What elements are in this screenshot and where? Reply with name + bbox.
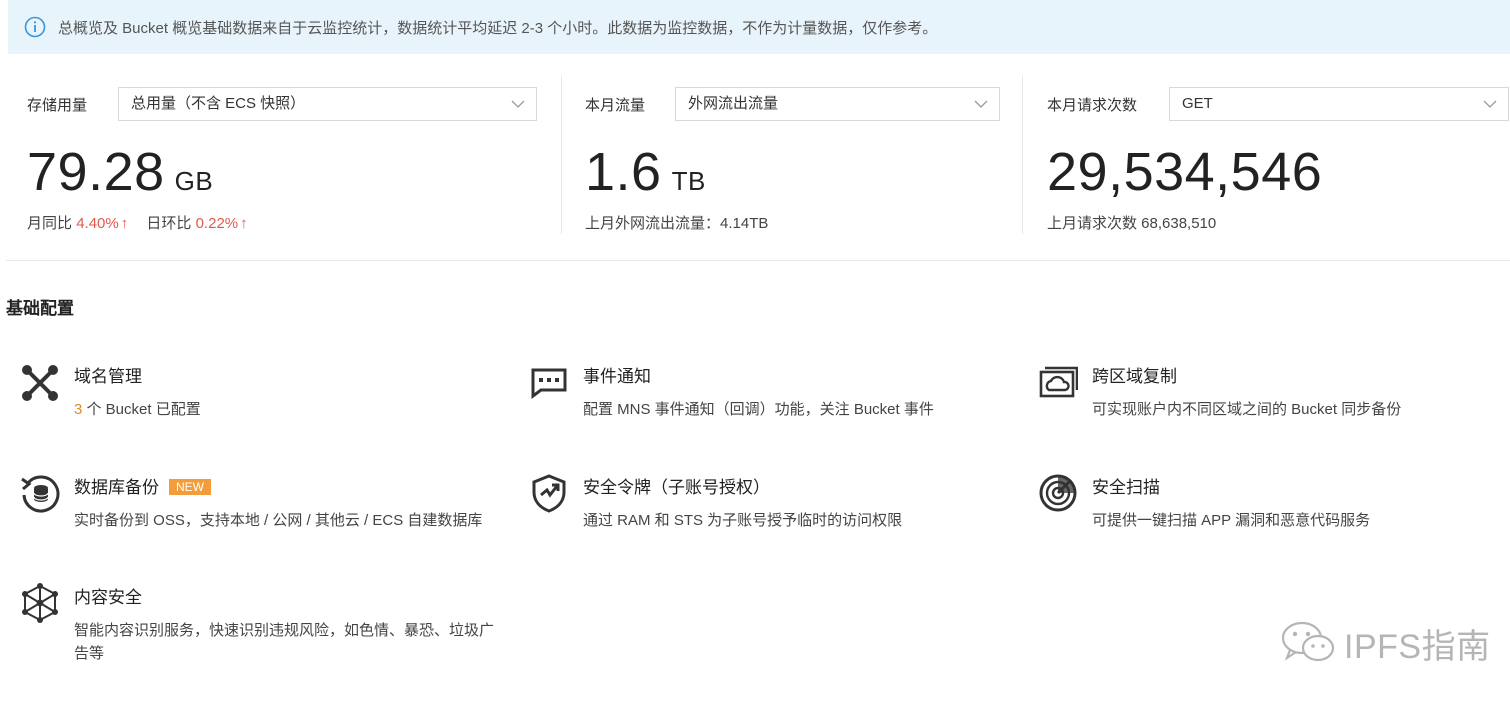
card-security-scan[interactable]: 安全扫描 可提供一键扫描 APP 漏洞和恶意代码服务: [1038, 473, 1498, 563]
requests-last-month: 上月请求次数 68,638,510: [1047, 215, 1217, 232]
database-backup-icon: [21, 475, 60, 513]
card-title[interactable]: 数据库备份 NEW: [74, 473, 211, 498]
divider: [1022, 76, 1023, 234]
traffic-last-month: 上月外网流出流量：4.14TB: [585, 215, 769, 232]
notice-text: 总概览及 Bucket 概览基础数据来自于云监控统计，数据统计平均延迟 2-3 …: [58, 19, 938, 37]
card-desc: 通过 RAM 和 STS 为子账号授予临时的访问权限: [583, 512, 903, 529]
info-notice: 总概览及 Bucket 概览基础数据来自于云监控统计，数据统计平均延迟 2-3 …: [8, 0, 1510, 54]
chevron-down-icon: [511, 100, 525, 108]
shield-check-icon: [532, 474, 566, 513]
card-security-token[interactable]: 安全令牌（子账号授权） 通过 RAM 和 STS 为子账号授予临时的访问权限: [529, 473, 989, 563]
network-nodes-icon: [22, 365, 58, 401]
request-method-select[interactable]: GET: [1169, 87, 1509, 121]
card-content-security[interactable]: 内容安全 智能内容识别服务，快速识别违规风险，如色情、暴恐、垃圾广告等: [20, 583, 494, 673]
card-title[interactable]: 域名管理: [74, 362, 142, 387]
card-title[interactable]: 安全令牌（子账号授权）: [583, 473, 770, 498]
radar-scan-icon: [1039, 474, 1077, 512]
card-database-backup[interactable]: 数据库备份 NEW 实时备份到 OSS，支持本地 / 公网 / 其他云 / ECS…: [20, 473, 482, 563]
info-icon: [24, 16, 46, 38]
storage-select-value: 总用量（不含 ECS 快照）: [131, 95, 306, 112]
new-badge: NEW: [169, 479, 211, 495]
dod-label: 日环比: [146, 215, 192, 232]
storage-unit: GB: [174, 166, 214, 196]
card-title[interactable]: 跨区域复制: [1092, 362, 1177, 387]
card-title-text: 数据库备份: [74, 478, 159, 497]
storage-compare: 月同比 4.40% ↑ 日环比 0.22% ↑: [27, 212, 262, 233]
card-cross-region-replication[interactable]: 跨区域复制 可实现账户内不同区域之间的 Bucket 同步备份: [1038, 362, 1498, 452]
card-event-notification[interactable]: 事件通知 配置 MNS 事件通知（回调）功能，关注 Bucket 事件: [529, 362, 989, 452]
requests-select-value: GET: [1182, 95, 1213, 112]
watermark: IPFS指南: [1280, 618, 1510, 668]
traffic-stat: 本月流量 外网流出流量 1.6 TB 上月外网流出流量：4.14TB: [585, 76, 1001, 236]
watermark-text: IPFS指南: [1344, 627, 1491, 666]
requests-label: 本月请求次数: [1047, 97, 1138, 114]
dod-value: 0.22%: [195, 215, 239, 232]
card-title[interactable]: 安全扫描: [1092, 473, 1160, 498]
section-divider: [6, 260, 1510, 261]
divider: [561, 76, 562, 234]
card-domain-management[interactable]: 域名管理 3 个 Bucket 已配置: [20, 362, 480, 452]
requests-value: 29,534,546: [1047, 142, 1322, 202]
storage-stat: 存储用量 总用量（不含 ECS 快照） 79.28 GB 月同比 4.40% ↑ 日…: [27, 76, 542, 236]
mom-label: 月同比: [27, 215, 73, 232]
traffic-type-select[interactable]: 外网流出流量: [675, 87, 1000, 121]
card-desc: 3 个 Bucket 已配置: [74, 398, 504, 421]
arrow-up-icon: ↑: [240, 215, 248, 232]
chevron-down-icon: [1483, 100, 1497, 108]
card-desc: 可提供一键扫描 APP 漏洞和恶意代码服务: [1092, 512, 1371, 529]
message-icon: [531, 368, 567, 399]
traffic-unit: TB: [671, 166, 706, 196]
storage-number: 79.28: [27, 142, 165, 202]
domain-desc-text: 个 Bucket 已配置: [82, 401, 201, 418]
chevron-down-icon: [974, 100, 988, 108]
storage-label: 存储用量: [27, 97, 88, 114]
card-desc: 实时备份到 OSS，支持本地 / 公网 / 其他云 / ECS 自建数据库: [74, 512, 483, 529]
storage-type-select[interactable]: 总用量（不含 ECS 快照）: [118, 87, 537, 121]
wechat-icon: [1281, 621, 1335, 662]
traffic-number: 1.6: [585, 142, 662, 202]
traffic-select-value: 外网流出流量: [688, 95, 779, 112]
card-desc: 配置 MNS 事件通知（回调）功能，关注 Bucket 事件: [583, 401, 934, 418]
arrow-up-icon: ↑: [120, 215, 129, 232]
storage-value: 79.28 GB: [27, 142, 213, 211]
card-desc: 可实现账户内不同区域之间的 Bucket 同步备份: [1092, 401, 1402, 418]
requests-stat: 本月请求次数 GET 29,534,546 上月请求次数 68,638,510: [1047, 76, 1509, 236]
card-desc: 智能内容识别服务，快速识别违规风险，如色情、暴恐、垃圾广告等: [74, 622, 495, 662]
traffic-value: 1.6 TB: [585, 142, 706, 211]
molecule-icon: [22, 583, 58, 623]
mom-value: 4.40%: [76, 215, 119, 232]
requests-number: 29,534,546: [1047, 142, 1323, 202]
traffic-label: 本月流量: [585, 97, 646, 114]
card-title[interactable]: 事件通知: [583, 362, 651, 387]
card-title[interactable]: 内容安全: [74, 583, 142, 608]
section-title: 基础配置: [6, 299, 74, 318]
cloud-copy-icon: [1039, 366, 1078, 398]
